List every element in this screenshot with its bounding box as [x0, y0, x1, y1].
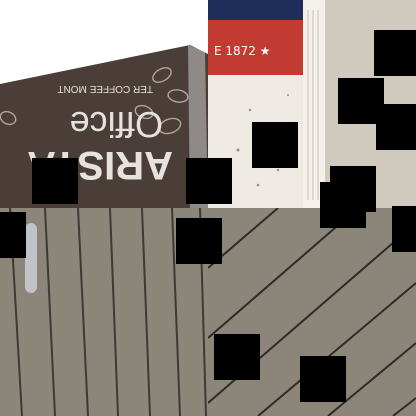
occlusion-box — [320, 182, 366, 228]
bag-text-3: TER COFFEE MONT — [57, 83, 153, 94]
occlusion-box — [176, 218, 222, 264]
can-text: E 1872 ★ — [214, 44, 271, 58]
occlusion-box — [392, 206, 416, 252]
occlusion-box — [376, 104, 416, 150]
occlusion-box — [252, 122, 298, 168]
occlusion-box — [374, 30, 416, 76]
occlusion-box — [300, 356, 346, 402]
occlusion-box — [0, 212, 26, 258]
occlusion-box — [214, 334, 260, 380]
image-grid: ARISTA Office TER COFFEE MONT E 1872 ★ — [0, 0, 416, 416]
occlusion-box — [32, 158, 78, 204]
occlusion-box — [186, 158, 232, 204]
bag-text-1: Office — [70, 104, 163, 145]
